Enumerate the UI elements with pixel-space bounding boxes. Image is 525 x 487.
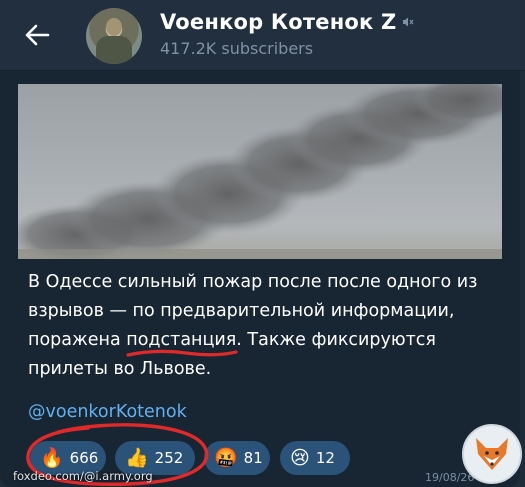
red-underline-annotation [126, 349, 238, 357]
smoke-plume-image [18, 84, 502, 259]
channel-avatar[interactable] [86, 8, 142, 64]
message-photo[interactable] [18, 84, 502, 259]
fox-logo-icon [462, 424, 522, 484]
subscriber-count: 417.2K subscribers [160, 39, 314, 58]
back-button[interactable] [22, 20, 52, 50]
reaction-count: 12 [315, 449, 335, 467]
message-timestamp: 19/08/26 [425, 471, 475, 484]
crying-face-emoji-icon: 😢 [290, 446, 310, 469]
arrow-left-icon [25, 24, 50, 46]
channel-title-text: Voенкор Котенок Z [160, 10, 397, 34]
reaction-crying-face[interactable]: 😢 12 [280, 441, 350, 475]
message-text: В Одессе сильный пожар после после одног… [28, 268, 498, 384]
reaction-count: 81 [243, 449, 263, 467]
muted-speaker-icon [403, 17, 414, 27]
channel-title[interactable]: Voенкор Котенок Z [160, 10, 414, 34]
watermark-text: foxdeo.com/@i.army.org [13, 469, 153, 483]
chat-header: Voенкор Котенок Z 417.2K subscribers [0, 0, 525, 70]
cursing-face-emoji-icon: 🤬 [214, 446, 238, 469]
